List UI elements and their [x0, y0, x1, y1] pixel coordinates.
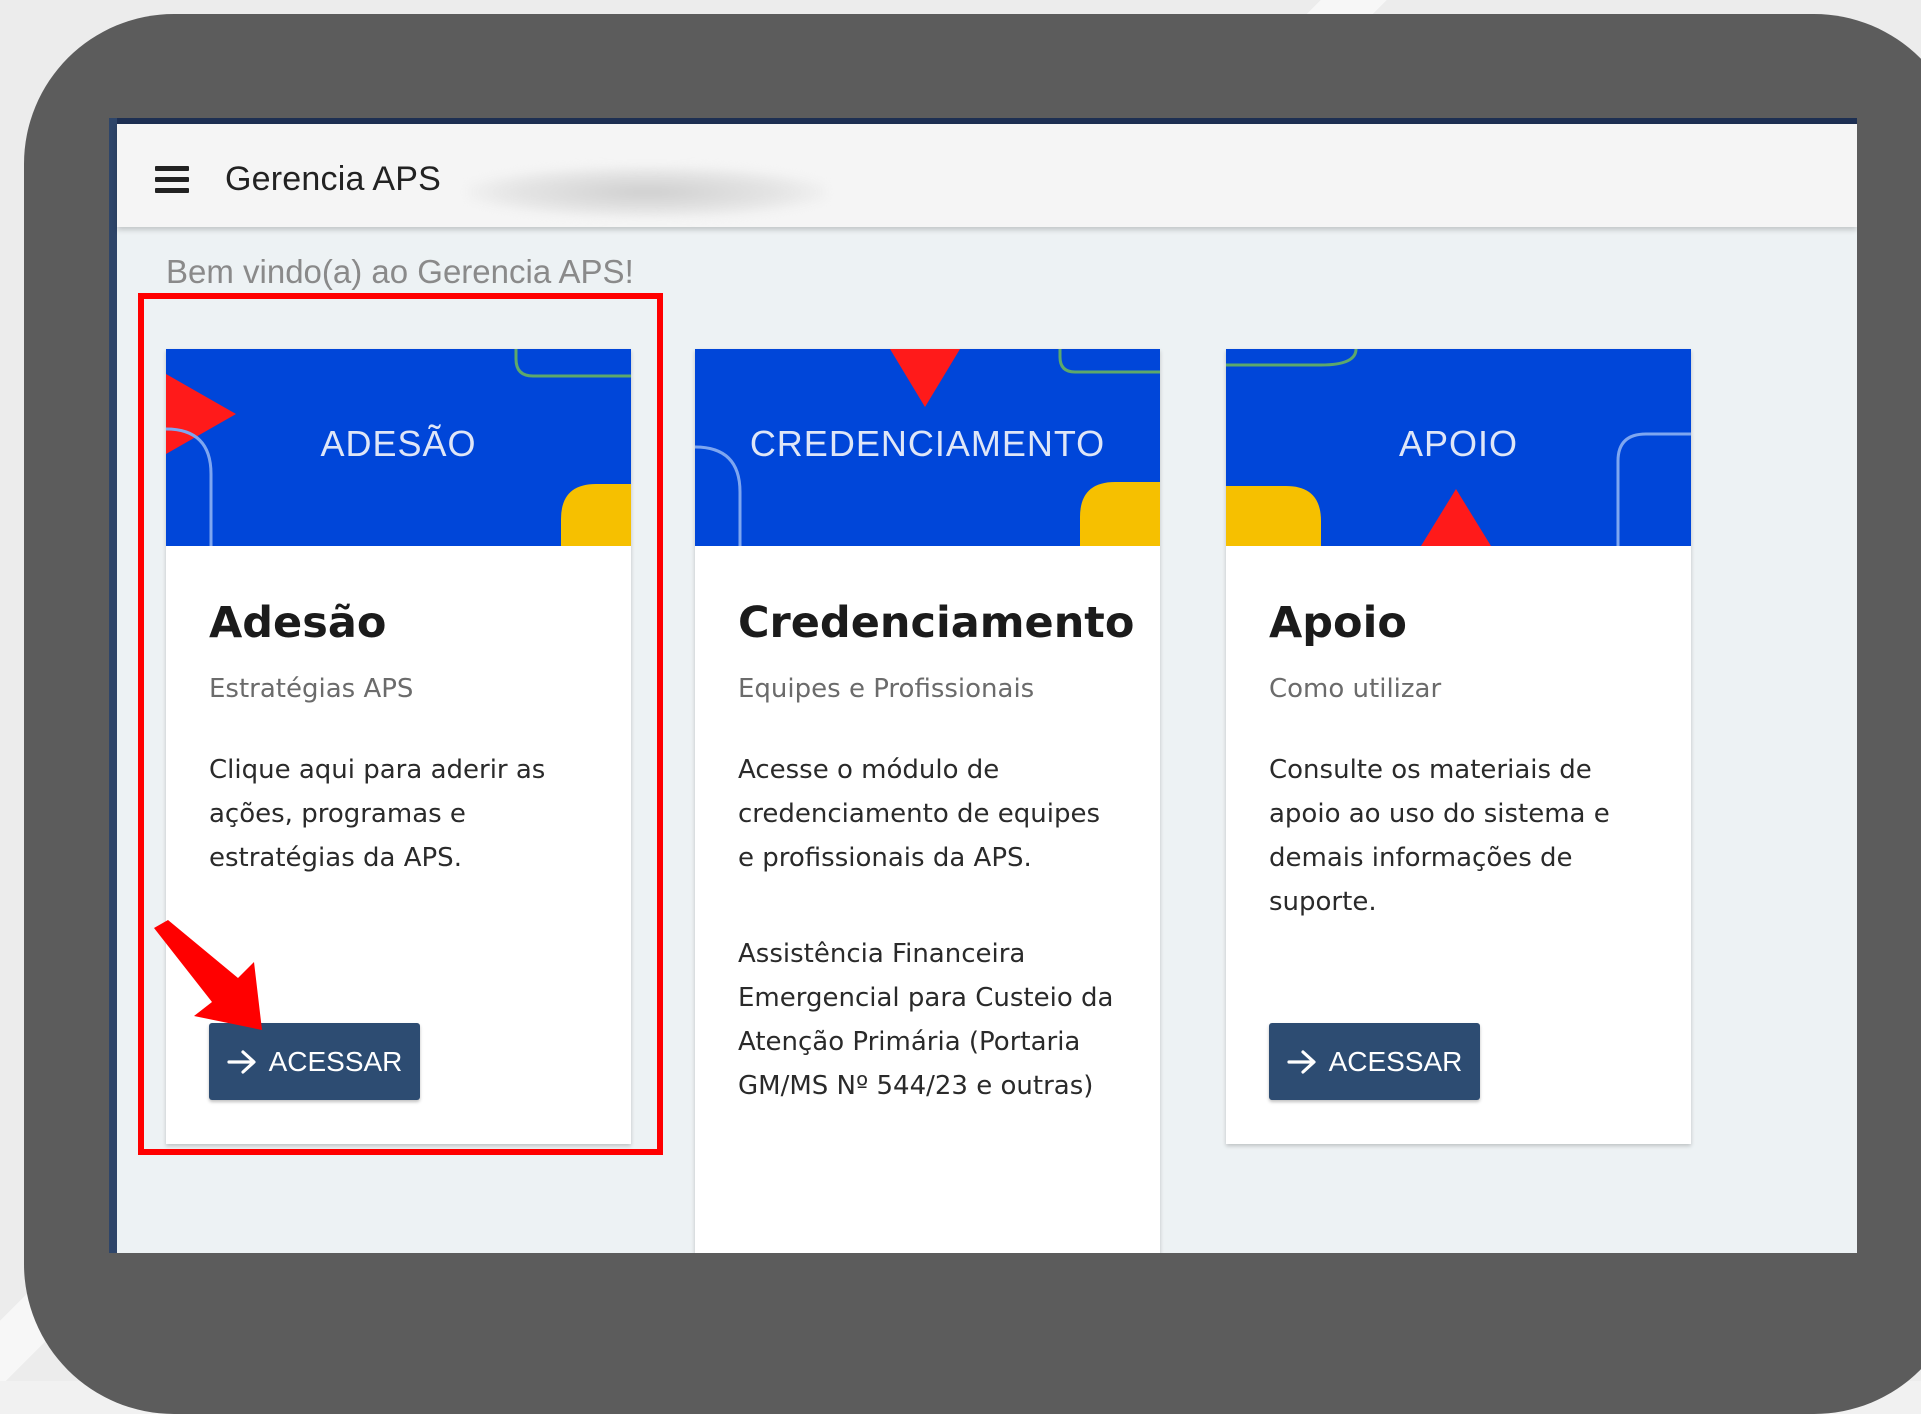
- blurred-user-info: [467, 166, 827, 218]
- card-title: Credenciamento: [738, 598, 1135, 648]
- card-extra-description: Assistência Financeira Emergencial para …: [738, 939, 1114, 1101]
- app-bar: Gerencia APS: [117, 124, 1857, 227]
- card-description: Acesse o módulo de credenciamento de equ…: [738, 755, 1101, 873]
- card-banner: CREDENCIAMENTO: [695, 349, 1160, 546]
- card-subtitle: Equipes e Profissionais: [738, 674, 1035, 704]
- card-banner: ADESÃO: [166, 349, 631, 546]
- card-apoio: APOIO Apoio Como utilizar Consulte os ma…: [1226, 349, 1691, 1144]
- card-description: Consulte os materiais de apoio ao uso do…: [1269, 755, 1610, 917]
- card-subtitle: Estratégias APS: [209, 674, 414, 704]
- button-label: ACESSAR: [268, 1045, 403, 1077]
- hamburger-menu-icon[interactable]: [155, 166, 191, 194]
- card-banner-label: APOIO: [1398, 423, 1519, 464]
- card-description: Clique aqui para aderir as ações, progra…: [209, 755, 546, 873]
- card-banner: APOIO: [1226, 349, 1691, 546]
- arrow-right-icon: [226, 1049, 256, 1074]
- card-subtitle: Como utilizar: [1269, 674, 1442, 704]
- arrow-right-icon: [1286, 1049, 1316, 1074]
- app-screen: Gerencia APS Bem vindo(a) ao Gerencia AP…: [109, 118, 1857, 1253]
- card-credenciamento: CREDENCIAMENTO Credenciamento Equipes e …: [695, 349, 1160, 1253]
- welcome-message: Bem vindo(a) ao Gerencia APS!: [166, 253, 634, 290]
- screen-left-border: [109, 118, 117, 1253]
- card-banner-label: CREDENCIAMENTO: [749, 423, 1106, 464]
- button-label: ACESSAR: [1328, 1045, 1463, 1077]
- app-title: Gerencia APS: [225, 160, 441, 198]
- card-banner-label: ADESÃO: [320, 423, 477, 464]
- acessar-button-apoio[interactable]: ACESSAR: [1269, 1023, 1480, 1100]
- card-title: Apoio: [1269, 598, 1407, 648]
- card-title: Adesão: [209, 598, 387, 648]
- red-pointer-arrow-icon: [154, 920, 262, 1030]
